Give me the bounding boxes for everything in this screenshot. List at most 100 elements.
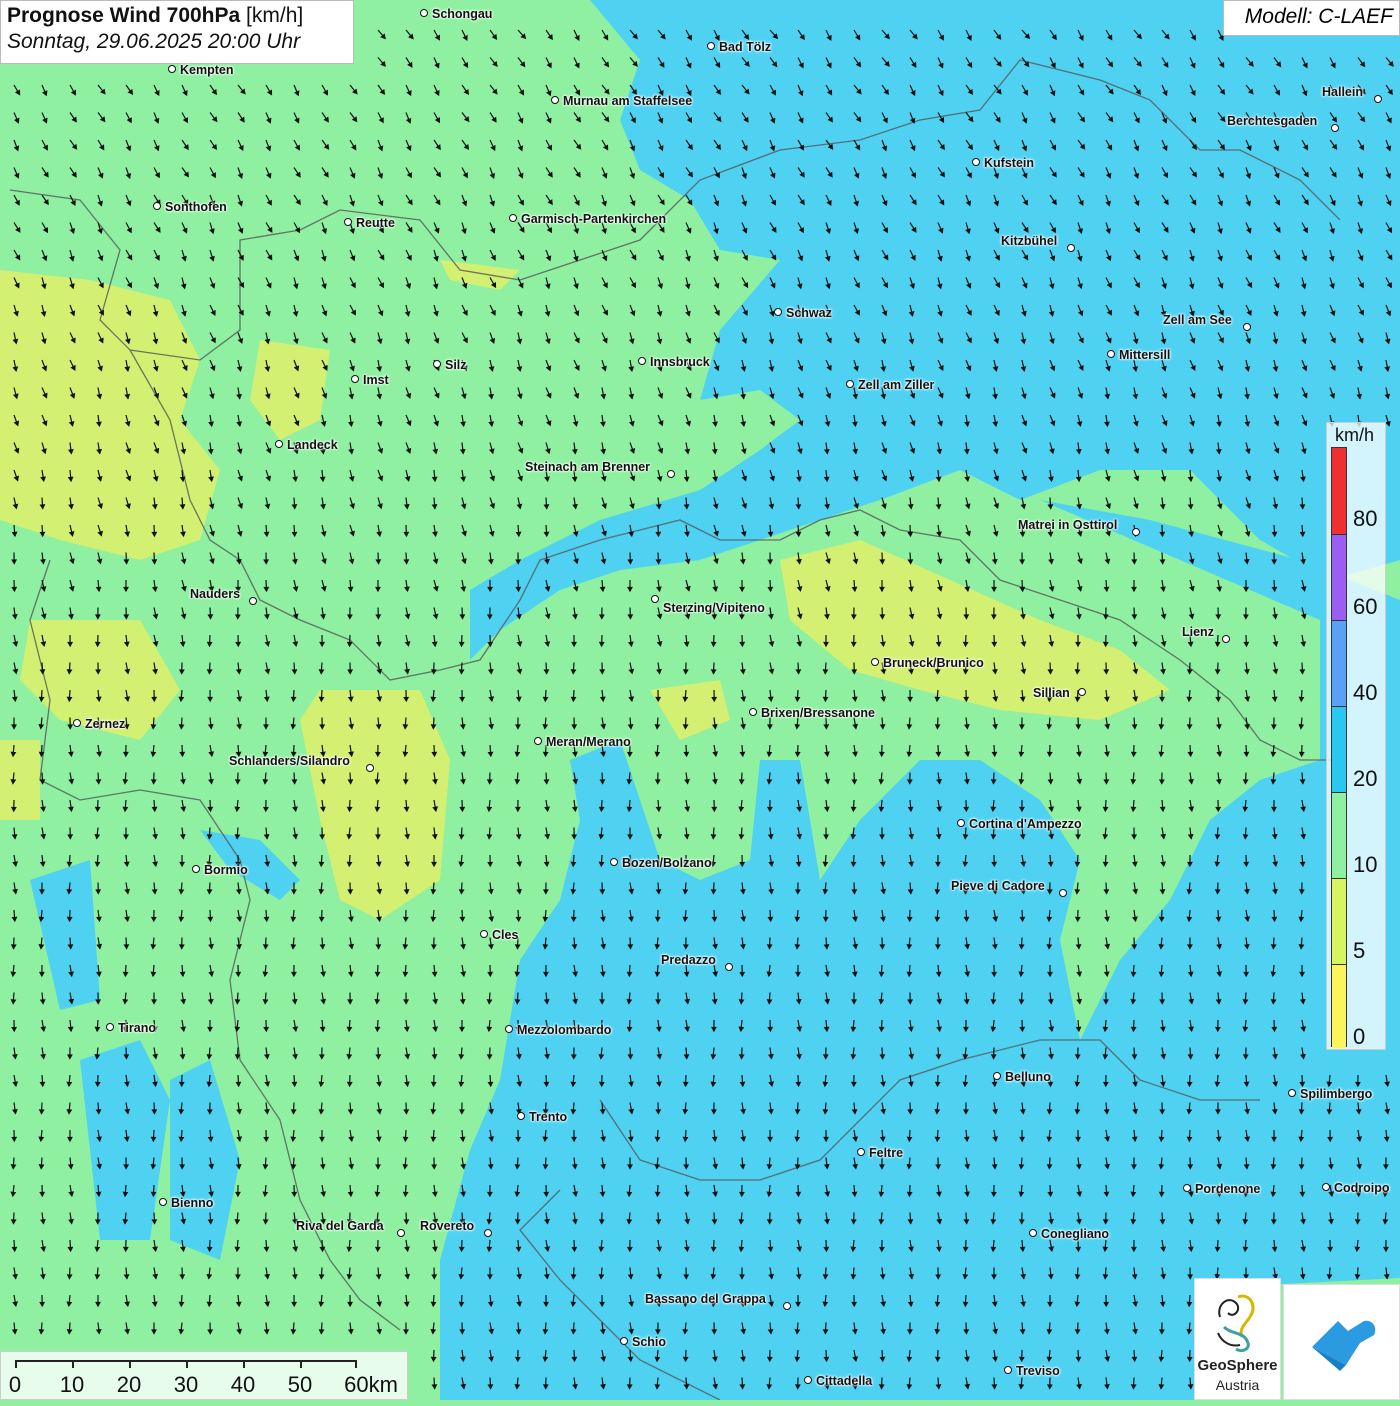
city-marker-icon [783,1302,791,1310]
geosphere-logo[interactable]: GeoSphere Austria [1194,1278,1281,1400]
city-marker-icon [397,1229,405,1237]
city-marker-icon [153,202,161,210]
city-label: Kitzbühel [1001,234,1057,248]
city-marker-icon [1132,528,1140,536]
city-label: Schio [632,1335,666,1349]
city-marker-icon [1107,350,1115,358]
city-label: Imst [363,373,389,387]
city-marker-icon [159,1198,167,1206]
city-label: Zell am See [1163,313,1232,327]
city-label: Spilimbergo [1300,1087,1372,1101]
legend-label: 5 [1353,938,1365,964]
scale-bar: 0 10 20 30 40 50 60km [0,1351,408,1400]
city-label: Reutte [356,216,395,230]
scale-tick [355,1360,357,1368]
city-marker-icon [651,595,659,603]
city-label: Mittersill [1119,348,1170,362]
city-label: Cortina d'Ampezzo [969,817,1082,831]
legend-label: 20 [1353,766,1377,792]
geosphere-name: GeoSphere [1195,1357,1280,1374]
city-marker-icon [972,158,980,166]
scale-tick [300,1360,302,1368]
city-marker-icon [366,764,374,772]
city-marker-icon [857,1148,865,1156]
legend-segment-60 [1332,534,1346,620]
scale-label: 10 [60,1372,84,1398]
city-marker-icon [638,357,646,365]
city-label: Codroipo [1334,1181,1390,1195]
title-box: Prognose Wind 700hPa [km/h] Sonntag, 29.… [0,0,354,64]
legend-segment-5 [1332,878,1346,964]
city-label: Landeck [287,438,338,452]
city-marker-icon [620,1337,628,1345]
city-label: Berchtesgaden [1227,114,1317,128]
city-label: Silz [445,358,467,372]
city-label: Cittadella [816,1374,872,1388]
scale-tick [129,1360,131,1368]
map-title-unit: [km/h] [246,4,303,27]
legend-segment-80 [1332,448,1346,534]
city-marker-icon [993,1072,1001,1080]
city-marker-icon [73,719,81,727]
city-marker-icon [192,865,200,873]
city-label: Schlanders/Silandro [229,754,350,768]
legend-segment-20 [1332,706,1346,792]
city-marker-icon [344,218,352,226]
city-label: Hallein [1322,85,1363,99]
city-label: Matrei in Osttirol [1018,518,1117,532]
color-legend: km/h 80 60 40 20 10 5 0 [1326,422,1386,1050]
city-label: Sillian [1033,686,1070,700]
forecast-datetime: Sonntag, 29.06.2025 20:00 Uhr [7,30,347,54]
legend-segment-10 [1332,792,1346,878]
city-label: Treviso [1016,1364,1060,1378]
city-label: Sonthofen [165,200,227,214]
scale-tick [72,1360,74,1368]
city-marker-icon [1004,1366,1012,1374]
city-marker-icon [351,375,359,383]
city-marker-icon [275,440,283,448]
city-marker-icon [106,1023,114,1031]
city-label: Garmisch-Partenkirchen [521,212,666,226]
city-marker-icon [1288,1089,1296,1097]
city-label: Bozen/Bolzano [622,856,712,870]
city-marker-icon [871,658,879,666]
city-label: Conegliano [1041,1227,1109,1241]
city-marker-icon [534,737,542,745]
city-marker-icon [1222,635,1230,643]
scale-label: 60km [344,1372,398,1398]
scale-label: 0 [9,1372,21,1398]
city-label: Feltre [869,1146,903,1160]
city-marker-icon [846,380,854,388]
legend-color-bar [1331,447,1347,1047]
model-label: Modell: C-LAEF [1223,0,1400,36]
city-label: Schwaz [786,306,832,320]
city-label: Bassano del Grappa [645,1292,766,1306]
city-label: Brixen/Bressanone [761,706,875,720]
cloud-arrow-icon [1284,1285,1400,1401]
weather-app-logo[interactable] [1283,1284,1400,1400]
city-marker-icon [1067,244,1075,252]
scale-label: 40 [231,1372,255,1398]
city-marker-icon [509,214,517,222]
city-label: Bormio [204,863,248,877]
city-label: Nauders [190,587,240,601]
city-label: Riva del Garda [296,1219,384,1233]
city-label: Belluno [1005,1070,1051,1084]
city-marker-icon [1331,124,1339,132]
city-marker-icon [505,1025,513,1033]
city-label: Pordenone [1195,1182,1260,1196]
city-marker-icon [1243,323,1251,331]
city-marker-icon [957,819,965,827]
city-label: Mezzolombardo [517,1023,611,1037]
geosphere-emblem-icon [1208,1287,1268,1357]
legend-label: 0 [1353,1024,1365,1050]
city-marker-icon [484,1229,492,1237]
city-marker-icon [1029,1229,1037,1237]
city-marker-icon [1322,1183,1330,1191]
city-marker-icon [551,96,559,104]
city-label: Innsbruck [650,355,710,369]
legend-label: 10 [1353,852,1377,878]
city-marker-icon [804,1376,812,1384]
city-label: Steinach am Brenner [525,460,650,474]
city-marker-icon [480,930,488,938]
